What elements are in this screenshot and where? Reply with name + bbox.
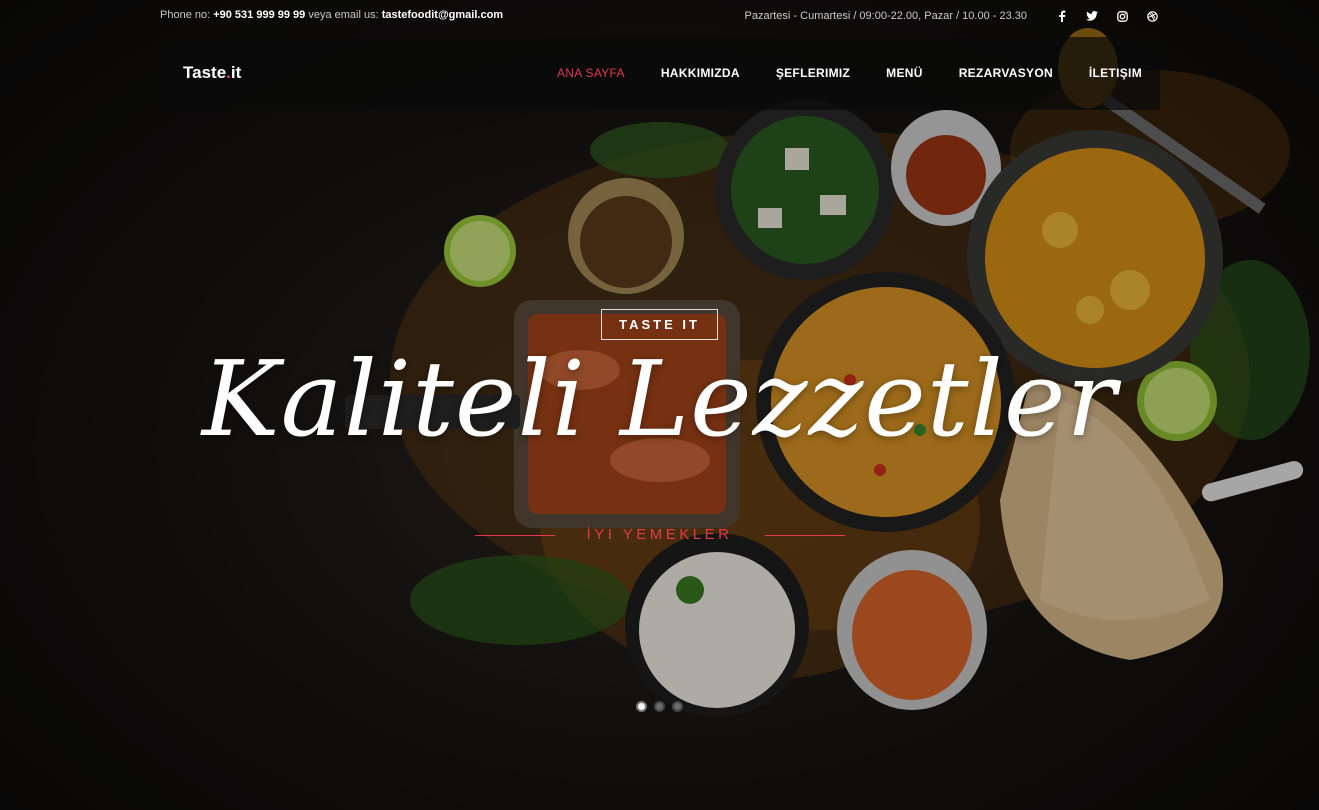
hero-subheadline: İYI YEMEKLER <box>586 526 733 543</box>
contact-info: Phone no: +90 531 999 99 99 veya email u… <box>160 9 503 21</box>
nav-item-ana-sayfa[interactable]: ANA SAYFA <box>557 66 625 80</box>
carousel-dot-2[interactable] <box>654 701 665 712</box>
nav-menu: ANA SAYFA HAKKIMIZDA ŞEFLERIMIZ MENÜ REZ… <box>521 66 1142 80</box>
instagram-icon[interactable] <box>1115 9 1129 23</box>
hours-and-social: Pazartesi - Cumartesi / 09:00-22.00, Paz… <box>745 9 1159 23</box>
dribbble-icon[interactable] <box>1145 9 1159 23</box>
subheadline-line-left <box>475 535 555 536</box>
subheadline-line-right <box>765 535 845 536</box>
carousel-dots <box>636 701 690 712</box>
facebook-icon[interactable] <box>1055 9 1069 23</box>
phone-label: Phone no: <box>160 9 211 21</box>
nav-item-iletisim[interactable]: İLETIŞIM <box>1089 66 1142 80</box>
nav-item-seflerimiz[interactable]: ŞEFLERIMIZ <box>776 66 850 80</box>
brand-logo[interactable]: Taste.it <box>183 63 241 83</box>
opening-hours: Pazartesi - Cumartesi / 09:00-22.00, Paz… <box>744 10 1027 22</box>
email-label: veya email us: <box>308 9 379 21</box>
top-info-bar: Phone no: +90 531 999 99 99 veya email u… <box>160 8 1159 24</box>
carousel-dot-1[interactable] <box>636 701 647 712</box>
hero-tag: TASTE IT <box>601 309 718 340</box>
hero-subheadline-block: İYI YEMEKLER <box>0 526 1319 544</box>
twitter-icon[interactable] <box>1085 9 1099 23</box>
nav-item-hakkimizda[interactable]: HAKKIMIZDA <box>661 66 740 80</box>
nav-item-menu[interactable]: MENÜ <box>886 66 923 80</box>
hero-headline: Kaliteli Lezzetler <box>201 338 1118 460</box>
carousel-dot-3[interactable] <box>672 701 683 712</box>
main-navbar: Taste.it ANA SAYFA HAKKIMIZDA ŞEFLERIMIZ… <box>162 37 1160 110</box>
phone-number[interactable]: +90 531 999 99 99 <box>213 9 305 21</box>
nav-item-rezarvasyon[interactable]: REZARVASYON <box>959 66 1053 80</box>
email-address[interactable]: tastefoodit@gmail.com <box>382 9 503 21</box>
